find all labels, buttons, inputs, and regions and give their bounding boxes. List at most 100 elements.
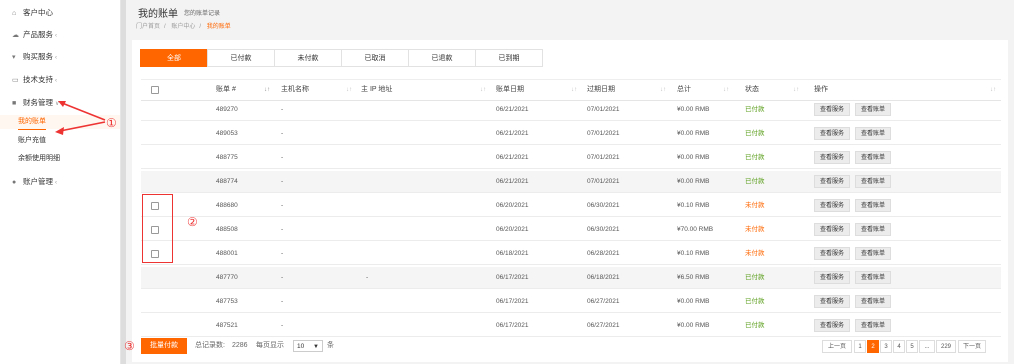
due-date: 07/01/2021 (587, 154, 620, 161)
pagination-page[interactable]: 4 (893, 340, 905, 353)
bill-id[interactable]: 489270 (216, 99, 238, 120)
column-header-bill-date[interactable]: 账单日期 (496, 80, 524, 100)
bill-id[interactable]: 489053 (216, 123, 238, 144)
view-bill-button[interactable]: 查看账单 (855, 103, 891, 116)
breadcrumb-account[interactable]: 账户中心 (171, 24, 195, 30)
sidebar-scrollbar[interactable] (121, 0, 126, 364)
bill-id[interactable]: 488775 (216, 147, 238, 168)
bill-date: 06/17/2021 (496, 274, 529, 281)
total-amount: ¥0.00 RMB (677, 106, 710, 113)
host-name: - (281, 106, 284, 113)
view-service-button[interactable]: 查看服务 (814, 247, 850, 260)
view-service-button[interactable]: 查看服务 (814, 223, 850, 236)
status-badge: 已付款 (745, 298, 765, 305)
per-page-select[interactable]: 10 ▼ (293, 340, 323, 352)
view-bill-button[interactable]: 查看账单 (855, 271, 891, 284)
page-header: 我的账单 您的账单记录 门户首页 / 账户中心 / 我的账单 (126, 0, 1014, 36)
tab-expired[interactable]: 已到期 (475, 49, 543, 67)
select-all-checkbox[interactable] (151, 86, 159, 94)
sort-icon[interactable]: ↓↑ (723, 80, 729, 100)
sidebar-sub-balance-detail[interactable]: 余额使用明细 (18, 152, 60, 166)
sidebar-sub-my-bills[interactable]: 我的账单 (18, 115, 46, 130)
column-header-host[interactable]: 主机名称 (281, 80, 309, 100)
due-date: 06/30/2021 (587, 226, 620, 233)
column-header-ip[interactable]: 主 IP 地址 (361, 80, 392, 100)
tab-refunded[interactable]: 已退款 (408, 49, 476, 67)
pagination-page-current[interactable]: 2 (867, 340, 879, 353)
bill-id[interactable]: 487753 (216, 291, 238, 312)
due-date: 06/18/2021 (587, 274, 620, 281)
page-title: 我的账单 (138, 9, 178, 20)
pagination-prev[interactable]: 上一页 (822, 340, 852, 353)
pagination-page[interactable]: 5 (906, 340, 918, 353)
sort-icon[interactable]: ↓↑ (990, 80, 996, 100)
bill-id[interactable]: 488508 (216, 219, 238, 240)
annotation-arrows (55, 101, 106, 135)
bill-date: 06/17/2021 (496, 322, 529, 329)
view-service-button[interactable]: 查看服务 (814, 271, 850, 284)
bill-date: 06/18/2021 (496, 250, 529, 257)
sidebar-item-support[interactable]: ▭ 技术支持 ‹ (12, 72, 57, 88)
sidebar-item-purchase[interactable]: ▾ 购买服务 ‹ (12, 49, 57, 65)
bulk-pay-button[interactable]: 批量付款 (141, 338, 187, 354)
breadcrumb: 门户首页 / 账户中心 / 我的账单 (136, 21, 235, 30)
view-service-button[interactable]: 查看服务 (814, 127, 850, 140)
view-bill-button[interactable]: 查看账单 (855, 319, 891, 332)
host-name: - (281, 322, 284, 329)
column-header-bill-id[interactable]: 账单 # (216, 80, 236, 100)
view-bill-button[interactable]: 查看账单 (855, 223, 891, 236)
annotation-3: ③ (124, 339, 135, 353)
total-amount: ¥0.00 RMB (677, 322, 710, 329)
tab-unpaid[interactable]: 未付款 (274, 49, 342, 67)
view-service-button[interactable]: 查看服务 (814, 319, 850, 332)
sidebar-sub-recharge[interactable]: 账户充值 (18, 134, 46, 148)
sort-icon[interactable]: ↓↑ (793, 80, 799, 100)
tab-all[interactable]: 全部 (140, 49, 208, 67)
sort-icon[interactable]: ↓↑ (571, 80, 577, 100)
sort-icon[interactable]: ↓↑ (346, 80, 352, 100)
host-name: - (281, 298, 284, 305)
view-service-button[interactable]: 查看服务 (814, 103, 850, 116)
annotation-2: ② (187, 215, 198, 229)
sort-active-icon[interactable]: ↓↑ (264, 80, 270, 100)
view-bill-button[interactable]: 查看账单 (855, 175, 891, 188)
total-amount: ¥0.00 RMB (677, 130, 710, 137)
view-bill-button[interactable]: 查看账单 (855, 199, 891, 212)
tab-cancelled[interactable]: 已取消 (341, 49, 409, 67)
sort-icon[interactable]: ↓↑ (660, 80, 666, 100)
bill-id[interactable]: 488774 (216, 171, 238, 192)
view-service-button[interactable]: 查看服务 (814, 199, 850, 212)
bill-id[interactable]: 487521 (216, 315, 238, 336)
view-bill-button[interactable]: 查看账单 (855, 295, 891, 308)
column-header-due-date[interactable]: 过期日期 (587, 80, 615, 100)
pagination-page[interactable]: 3 (880, 340, 892, 353)
pagination-page[interactable]: 1 (854, 340, 866, 353)
bill-id[interactable]: 488001 (216, 243, 238, 264)
view-bill-button[interactable]: 查看账单 (855, 247, 891, 260)
sort-icon[interactable]: ↓↑ (480, 80, 486, 100)
due-date: 07/01/2021 (587, 130, 620, 137)
view-bill-button[interactable]: 查看账单 (855, 151, 891, 164)
sidebar-item-account[interactable]: ● 账户管理 ‹ (12, 174, 57, 190)
host-name: - (281, 130, 284, 137)
pagination-next[interactable]: 下一页 (958, 340, 986, 353)
sidebar-item-customer-center[interactable]: ⌂ 客户中心 (12, 5, 53, 21)
view-service-button[interactable]: 查看服务 (814, 295, 850, 308)
bill-id[interactable]: 488680 (216, 195, 238, 216)
view-bill-button[interactable]: 查看账单 (855, 127, 891, 140)
view-service-button[interactable]: 查看服务 (814, 151, 850, 164)
breadcrumb-home[interactable]: 门户首页 (136, 24, 160, 30)
pagination-page-last[interactable]: 229 (936, 340, 956, 353)
view-service-button[interactable]: 查看服务 (814, 175, 850, 188)
bill-id[interactable]: 487770 (216, 267, 238, 288)
per-page-unit: 条 (327, 342, 334, 349)
briefcase-icon: ■ (12, 100, 17, 107)
column-header-total[interactable]: 总计 (677, 80, 691, 100)
status-badge: 未付款 (745, 202, 765, 209)
column-header-status[interactable]: 状态 (745, 80, 759, 100)
sidebar-item-products[interactable]: ☁ 产品服务 ‹ (12, 27, 57, 43)
status-badge: 未付款 (745, 250, 765, 257)
tab-paid[interactable]: 已付款 (207, 49, 275, 67)
status-badge: 已付款 (745, 130, 765, 137)
ip-address: - (366, 274, 369, 281)
